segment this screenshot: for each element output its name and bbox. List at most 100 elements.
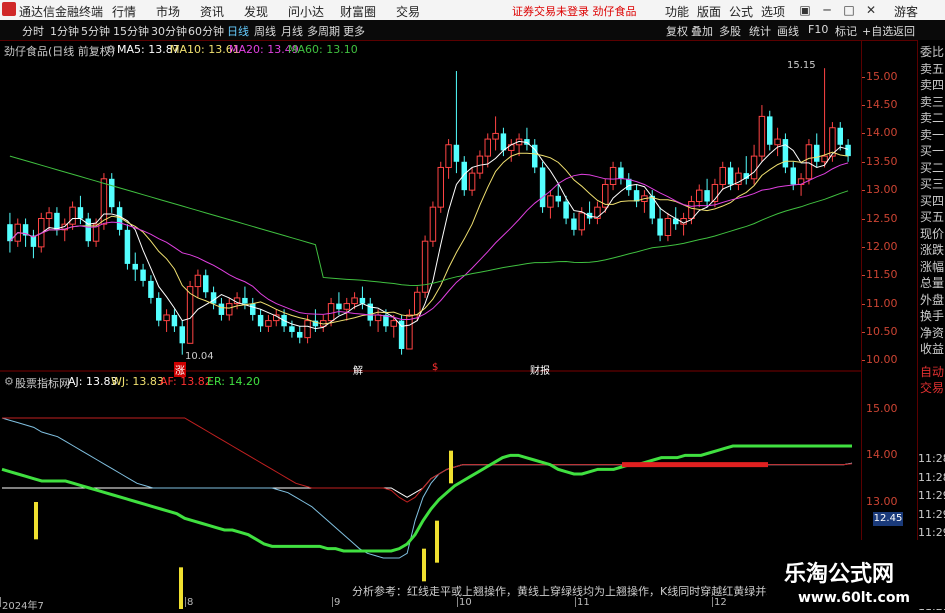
event-mark-report[interactable]: 财报 (530, 362, 550, 377)
close-icon[interactable]: ✕ (862, 1, 880, 19)
tool-back[interactable]: 返回 (893, 23, 915, 39)
candle (453, 71, 460, 174)
menu-discover[interactable]: 发现 (244, 3, 268, 20)
sidebar-item[interactable]: 买三 (920, 178, 944, 191)
sidebar-item[interactable]: 收益 (920, 343, 944, 356)
sidebar-item[interactable]: 自动 (920, 365, 944, 379)
sidebar-item[interactable]: 卖一 (920, 128, 944, 142)
period-weekly[interactable]: 周线 (254, 23, 276, 39)
candle (398, 314, 405, 355)
minimize-icon[interactable]: ─ (818, 1, 836, 19)
indicator-tick: 14.00 (866, 448, 898, 462)
menu-wealth[interactable]: 财富圈 (340, 3, 376, 20)
period-30min[interactable]: 30分钟 (151, 23, 187, 39)
candle (194, 269, 202, 298)
price-tick: 13.00 (866, 183, 898, 197)
price-tick: 14.50 (866, 98, 898, 112)
candle (179, 320, 185, 355)
candle (367, 297, 373, 327)
menu-hangqing[interactable]: 行情 (112, 3, 136, 20)
date-label: 10 (459, 597, 472, 608)
login-notice[interactable]: 证券交易未登录 劲仔食品 (512, 3, 637, 19)
guest-label[interactable]: 游客 (894, 3, 918, 20)
candle (45, 207, 53, 230)
period-multi[interactable]: 多周期 (307, 23, 340, 39)
toolbar-function[interactable]: 功能 (665, 3, 689, 20)
event-mark-dollar[interactable]: $ (432, 362, 438, 373)
sidebar-item[interactable]: 买二 (920, 161, 944, 175)
menu-trade[interactable]: 交易 (396, 3, 420, 20)
low-price-label: 10.04 (185, 351, 214, 362)
sidebar-item[interactable]: 卖四 (920, 79, 944, 92)
candle (774, 127, 781, 157)
toolbar-layout[interactable]: 版面 (697, 3, 721, 20)
candle (250, 297, 256, 321)
sidebar-item[interactable]: 涨跌 (920, 244, 944, 257)
tool-multistock[interactable]: 多股 (719, 23, 741, 39)
date-tick (712, 597, 713, 607)
sidebar-item[interactable]: 卖三 (920, 95, 944, 109)
candle (704, 178, 710, 208)
candle (657, 207, 663, 242)
tool-add-favorite[interactable]: +自选 (862, 23, 893, 39)
period-60min[interactable]: 60分钟 (188, 23, 224, 39)
menu-news[interactable]: 资讯 (200, 3, 224, 20)
candle (257, 309, 264, 332)
toolbar-formula[interactable]: 公式 (729, 3, 753, 20)
tool-f10[interactable]: F10 (808, 23, 828, 36)
candle (782, 133, 789, 174)
period-daily[interactable]: 日线 (227, 23, 249, 39)
trade-time: 11:29 (918, 526, 945, 539)
sidebar-item[interactable]: 净资 (920, 326, 944, 340)
tool-draw[interactable]: 画线 (777, 23, 799, 39)
price-tick-mark (862, 246, 865, 248)
candle (445, 139, 452, 179)
tool-overlay[interactable]: 叠加 (691, 23, 713, 39)
tool-stats[interactable]: 统计 (749, 23, 771, 39)
maximize-icon[interactable]: □ (840, 1, 858, 19)
date-axis: 2024年7 8 9 10 11 12 (0, 597, 861, 612)
sidebar-item[interactable]: 卖五 (920, 62, 944, 76)
menu-ask[interactable]: 问小达 (288, 3, 324, 20)
sidebar-item[interactable]: 买五 (920, 211, 944, 224)
candle (845, 139, 851, 162)
candle (805, 139, 813, 185)
period-5min[interactable]: 5分钟 (81, 23, 110, 39)
candle (210, 286, 217, 310)
candle (163, 309, 170, 332)
sidebar-item[interactable]: 总量 (920, 277, 944, 290)
candle (273, 309, 280, 327)
date-label: 2024年7 (2, 601, 44, 612)
sidebar-item[interactable]: 委比 (920, 46, 944, 59)
candle (758, 105, 766, 162)
sidebar-item[interactable]: 换手 (920, 310, 944, 323)
candle (711, 178, 719, 208)
sidebar-item[interactable]: 涨幅 (920, 260, 944, 274)
candle (171, 309, 178, 332)
tool-fuquan[interactable]: 复权 (666, 23, 688, 39)
price-tick-mark (862, 133, 865, 135)
sidebar-item[interactable]: 交易 (920, 382, 944, 395)
toolbar-options[interactable]: 选项 (761, 3, 785, 20)
menu-market[interactable]: 市场 (156, 3, 180, 20)
candle (790, 161, 796, 191)
period-fenshi[interactable]: 分时 (22, 23, 44, 39)
candle (547, 190, 554, 219)
sidebar-item[interactable]: 卖二 (920, 112, 944, 125)
event-mark-zhang[interactable]: 涨 (174, 362, 186, 377)
period-monthly[interactable]: 月线 (281, 23, 303, 39)
skin-icon[interactable]: ▣ (796, 1, 814, 19)
period-1min[interactable]: 1分钟 (50, 23, 79, 39)
event-mark-jie[interactable]: 解 (353, 362, 363, 377)
sidebar-item[interactable]: 现价 (920, 227, 944, 241)
candle (524, 127, 530, 151)
candle (641, 190, 648, 213)
period-more[interactable]: 更多 (343, 23, 365, 39)
sidebar-item[interactable]: 外盘 (920, 293, 944, 307)
sidebar-item[interactable]: 买四 (920, 194, 944, 208)
price-tick: 14.00 (866, 126, 898, 140)
period-15min[interactable]: 15分钟 (113, 23, 149, 39)
sidebar-item[interactable]: 买一 (920, 145, 944, 158)
chart-canvas[interactable] (0, 40, 861, 609)
tool-mark[interactable]: 标记 (835, 23, 857, 39)
